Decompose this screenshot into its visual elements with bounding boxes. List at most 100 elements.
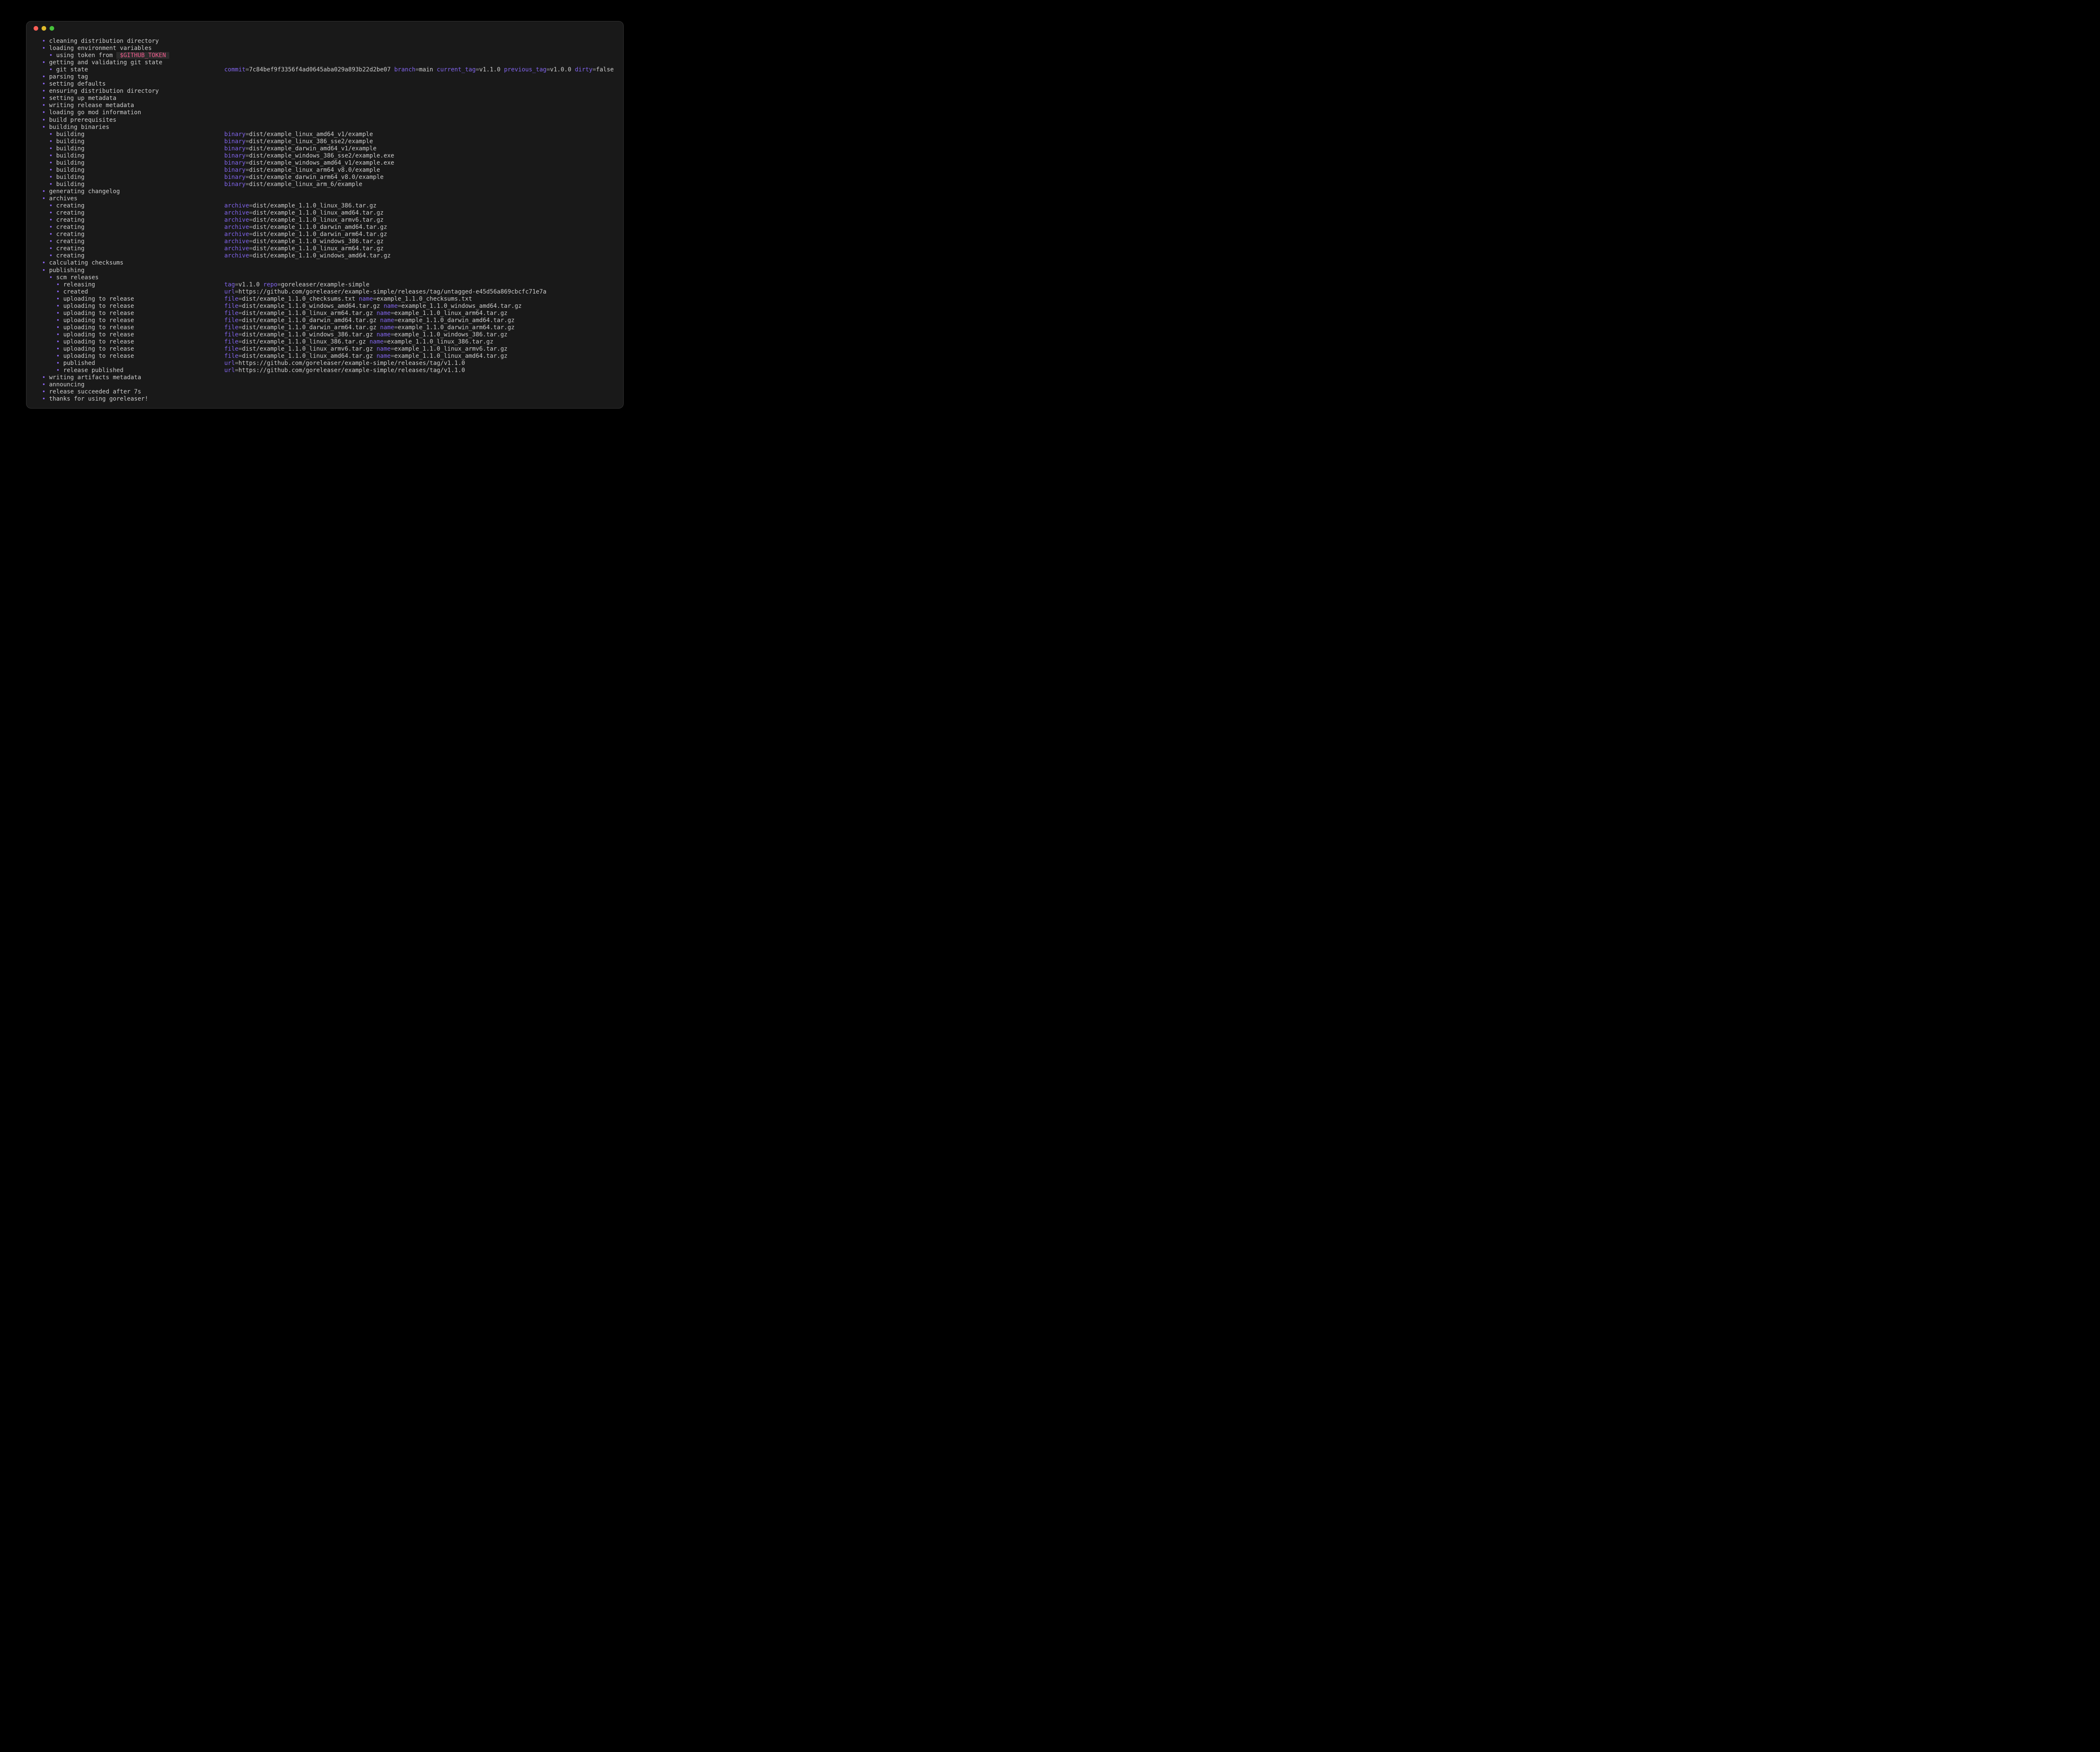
field-key: file	[224, 295, 239, 302]
log-label: uploading to release	[63, 295, 134, 302]
field-key: archive	[224, 245, 249, 252]
titlebar[interactable]	[26, 21, 623, 36]
field-value: dist/example_1.1.0_darwin_amd64.tar.gz	[252, 224, 387, 231]
field-equals: =	[245, 138, 249, 145]
log-label: uploading to release	[63, 353, 134, 360]
log-label: published	[63, 360, 95, 367]
field-equals: =	[238, 309, 242, 317]
log-label: creating	[56, 217, 85, 224]
bullet-icon: •	[42, 173, 56, 181]
log-line: • ensuring distribution directory	[42, 88, 616, 95]
field-key: archive	[224, 238, 249, 245]
zoom-button[interactable]	[50, 26, 54, 31]
log-label: building	[56, 145, 85, 152]
field-equals: =	[235, 281, 239, 288]
log-line: • building binary=dist/example_linux_arm6…	[42, 167, 616, 174]
bullet-icon: •	[42, 88, 49, 95]
field-key: branch	[394, 66, 416, 73]
close-button[interactable]	[34, 26, 38, 31]
bullet-icon: •	[42, 38, 49, 45]
field-equals: =	[238, 338, 242, 345]
log-line: • uploading to release file=dist/example_…	[42, 296, 616, 303]
log-fields: archive=dist/example_1.1.0_darwin_arm64.…	[224, 231, 387, 238]
field-key: repo	[263, 281, 278, 288]
bullet-icon: •	[42, 217, 56, 224]
field-key: file	[224, 302, 239, 309]
field-equals: =	[391, 346, 394, 353]
log-label: setting up metadata	[49, 95, 117, 102]
log-label: uploading to release	[63, 324, 134, 331]
log-line: • creating archive=dist/example_1.1.0_lin…	[42, 217, 616, 224]
log-line: • building binary=dist/example_windows_38…	[42, 152, 616, 160]
field-value: 7c84bef9f3356f4ad0645aba029a893b22d2be07	[249, 66, 391, 73]
log-line: • loading environment variables	[42, 45, 616, 52]
bullet-icon: •	[42, 353, 63, 360]
log-label: calculating checksums	[49, 260, 123, 267]
bullet-icon: •	[42, 202, 56, 210]
field-equals: =	[391, 331, 394, 338]
log-fields: file=dist/example_1.1.0_darwin_arm64.tar…	[224, 324, 514, 331]
log-fields: file=dist/example_1.1.0_linux_386.tar.gz…	[224, 338, 494, 346]
field-value: dist/example_1.1.0_linux_386.tar.gz	[242, 338, 366, 345]
log-line: • uploading to release file=dist/example_…	[42, 310, 616, 317]
log-label: uploading to release	[63, 338, 134, 345]
field-value: example_1.1.0_windows_386.tar.gz	[394, 331, 508, 338]
field-equals: =	[277, 281, 281, 288]
log-line: • getting and validating git state	[42, 59, 616, 66]
log-label: setting defaults	[49, 81, 106, 88]
log-line: • building binary=dist/example_darwin_arm…	[42, 174, 616, 181]
field-equals: =	[391, 353, 394, 360]
log-label: release succeeded after 7s	[49, 388, 142, 396]
bullet-icon: •	[42, 145, 56, 152]
field-value: dist/example_1.1.0_linux_amd64.tar.gz	[242, 353, 373, 360]
field-value: example_1.1.0_windows_amd64.tar.gz	[401, 302, 522, 309]
log-label: uploading to release	[63, 346, 134, 353]
field-value: v1.1.0	[479, 66, 501, 73]
field-key: binary	[224, 166, 246, 173]
log-line: • building binary=dist/example_darwin_amd…	[42, 145, 616, 152]
field-key: dirty	[575, 66, 593, 73]
log-fields: url=https://github.com/goreleaser/exampl…	[224, 367, 465, 374]
log-label: using token from	[56, 52, 113, 59]
field-equals: =	[245, 145, 249, 152]
log-label: uploading to release	[63, 309, 134, 317]
field-equals: =	[475, 66, 479, 73]
log-line: • creating archive=dist/example_1.1.0_win…	[42, 238, 616, 245]
log-label: building	[56, 131, 85, 138]
bullet-icon: •	[42, 159, 56, 166]
field-key: previous_tag	[504, 66, 547, 73]
log-label: creating	[56, 252, 85, 260]
log-label: ensuring distribution directory	[49, 88, 159, 95]
env-token-badge: $GITHUB_TOKEN	[116, 52, 170, 59]
log-label: parsing tag	[49, 73, 88, 81]
field-key: tag	[224, 281, 235, 288]
log-label: thanks for using goreleaser!	[49, 396, 148, 403]
field-value: dist/example_windows_386_sse2/example.ex…	[249, 152, 394, 159]
log-line: • writing release metadata	[42, 102, 616, 109]
log-label: creating	[56, 202, 85, 210]
bullet-icon: •	[42, 102, 49, 109]
field-key: name	[383, 302, 398, 309]
bullet-icon: •	[42, 210, 56, 217]
log-line: • cleaning distribution directory	[42, 38, 616, 45]
field-value: dist/example_1.1.0_linux_arm64.tar.gz	[252, 245, 384, 252]
field-value: dist/example_1.1.0_windows_386.tar.gz	[242, 331, 373, 338]
log-line: • building binary=dist/example_windows_am…	[42, 160, 616, 167]
terminal-output[interactable]: • cleaning distribution directory • loadi…	[42, 38, 616, 406]
bullet-icon: •	[42, 166, 56, 173]
bullet-icon: •	[42, 152, 56, 159]
log-line: • created url=https://github.com/goreleas…	[42, 289, 616, 296]
log-line: • git state commit=7c84bef9f3356f4ad0645a…	[42, 66, 616, 73]
field-value: dist/example_1.1.0_linux_arm64.tar.gz	[242, 309, 373, 317]
field-value: dist/example_1.1.0_darwin_amd64.tar.gz	[242, 317, 377, 324]
log-line: • archives	[42, 195, 616, 202]
field-value: dist/example_1.1.0_darwin_arm64.tar.gz	[242, 324, 377, 331]
field-equals: =	[245, 152, 249, 159]
log-line: • building binaries	[42, 124, 616, 131]
field-value: dist/example_linux_amd64_v1/example	[249, 131, 373, 138]
bullet-icon: •	[42, 45, 49, 52]
minimize-button[interactable]	[42, 26, 46, 31]
bullet-icon: •	[42, 331, 63, 338]
log-fields: url=https://github.com/goreleaser/exampl…	[224, 289, 546, 296]
bullet-icon: •	[42, 267, 49, 274]
